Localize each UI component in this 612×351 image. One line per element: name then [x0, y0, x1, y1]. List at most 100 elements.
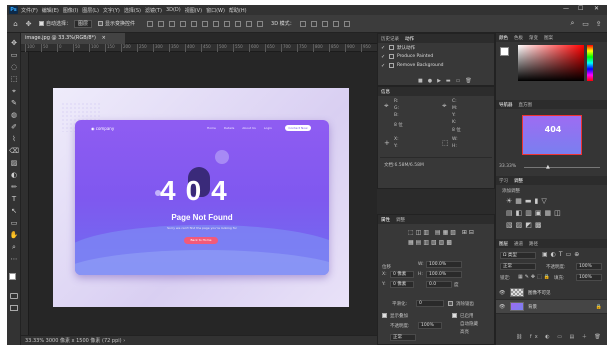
menu-view[interactable]: 视图(V)	[185, 7, 202, 14]
align-top-icon[interactable]	[180, 20, 187, 27]
healing-brush-tool-icon[interactable]: ◍	[9, 111, 19, 120]
distribute-right-icon[interactable]	[257, 20, 264, 27]
3d-rotate-icon[interactable]	[299, 20, 306, 27]
home-icon[interactable]: ⌂	[11, 19, 20, 28]
layer-row[interactable]: 👁 背景 🔒	[496, 300, 607, 314]
tab-patterns[interactable]: 图案	[544, 35, 553, 41]
foreground-swatch[interactable]	[500, 47, 509, 56]
menu-file[interactable]: 文件(F)	[21, 7, 38, 14]
align-center-icon[interactable]	[158, 20, 165, 27]
tab-channels[interactable]: 通道	[514, 241, 523, 247]
tab-actions[interactable]: 动作	[405, 36, 414, 42]
action-toggle[interactable]	[389, 45, 394, 50]
menu-filter[interactable]: 滤镜(T)	[145, 7, 162, 14]
color-picker-field[interactable]	[518, 45, 584, 81]
action-row[interactable]: ✓ Remove Background	[378, 61, 494, 70]
navigator-zoom-value[interactable]: 33.33%	[499, 164, 516, 169]
share-icon[interactable]: ⇪	[594, 19, 603, 28]
align-left-icon[interactable]	[147, 20, 154, 27]
menu-window[interactable]: 窗口(W)	[206, 7, 225, 14]
adjustment-icons-row[interactable]: ▧▨◩▩	[506, 221, 544, 229]
layer-row[interactable]: 👁 图像不可见	[496, 286, 607, 300]
overlay-opacity-field[interactable]: 100%	[418, 322, 442, 329]
3d-scale-icon[interactable]	[343, 20, 350, 27]
layer-actions-bar[interactable]: ⛓ fx ◐ ▭ ▤ ＋ 🗑	[516, 333, 604, 340]
search-icon[interactable]: ⌕	[568, 19, 577, 28]
pen-tool-icon[interactable]: ✏	[9, 183, 19, 192]
tab-info[interactable]: 信息	[381, 89, 390, 95]
maximize-icon[interactable]: ☐	[578, 5, 583, 12]
lasso-tool-icon[interactable]: ◌	[9, 63, 19, 72]
show-transform-checkbox[interactable]	[98, 21, 104, 26]
visibility-eye-icon[interactable]: 👁	[499, 304, 506, 310]
close-tab-icon[interactable]: ×	[102, 35, 106, 41]
layer-filter-icons[interactable]: ▣◐T▭⊕	[542, 251, 582, 258]
align-icons-row[interactable]: ⬚◫▥ ▤▦▧ ⊞⊟	[408, 229, 476, 236]
action-controls[interactable]: ■●▶▬▭🗑	[418, 78, 477, 84]
blend-mode-dropdown[interactable]: 正常	[500, 263, 536, 270]
action-row[interactable]: ✓ Produce Painted	[378, 52, 494, 61]
visibility-eye-icon[interactable]: 👁	[499, 290, 506, 296]
show-overlay-checkbox[interactable]	[382, 313, 387, 318]
minimize-icon[interactable]: —	[563, 5, 569, 12]
menu-3d[interactable]: 3D(D)	[166, 7, 181, 13]
tab-color[interactable]: 颜色	[499, 35, 508, 41]
menu-type[interactable]: 文字(Y)	[103, 7, 120, 14]
hand-tool-icon[interactable]: ✋	[9, 231, 19, 240]
document-tab[interactable]: image.jpg @ 33.3%(RGB/8*) ×	[21, 33, 125, 44]
angle-field[interactable]: 0.0	[426, 281, 452, 288]
tab-gradients[interactable]: 渐变	[529, 35, 538, 41]
hue-slider[interactable]	[587, 45, 593, 81]
tab-navigator[interactable]: 导航器	[499, 102, 513, 108]
navigator-thumbnail[interactable]: 404	[522, 115, 582, 155]
move-tool-icon[interactable]: ✥	[24, 19, 33, 28]
tab-paths[interactable]: 路径	[529, 241, 538, 247]
gradient-tool-icon[interactable]: ▨	[9, 159, 19, 168]
quick-mask-icon[interactable]	[10, 293, 18, 299]
eraser-tool-icon[interactable]: ⌫	[9, 147, 19, 156]
clone-stamp-tool-icon[interactable]: ⌇	[9, 135, 19, 144]
layer-opacity-field[interactable]: 100%	[576, 263, 602, 270]
navigator-zoom-slider[interactable]	[524, 167, 600, 168]
distribute-bottom-icon[interactable]	[235, 20, 242, 27]
3d-pan-icon[interactable]	[321, 20, 328, 27]
foreground-color-swatch[interactable]	[9, 273, 16, 280]
adjustment-icons-row[interactable]: ☀▦▬▮▽	[506, 197, 550, 205]
tab-swatches[interactable]: 色板	[514, 35, 523, 41]
align-bottom-icon[interactable]	[202, 20, 209, 27]
menu-image[interactable]: 图像(I)	[63, 7, 78, 14]
type-tool-icon[interactable]: T	[9, 195, 19, 204]
fill-field[interactable]: 100%	[576, 274, 602, 281]
zoom-slider-thumb[interactable]: ▲	[546, 164, 550, 170]
menu-select[interactable]: 选择(S)	[124, 7, 141, 14]
shape-tool-icon[interactable]: ▭	[9, 219, 19, 228]
action-row[interactable]: ✓ 默认动作	[378, 43, 494, 52]
enabled-checkbox[interactable]	[452, 313, 457, 318]
action-toggle[interactable]	[389, 54, 394, 59]
document-canvas[interactable]: ◉ company Home Details About Us Login Co…	[53, 88, 349, 307]
align-middle-icon[interactable]	[191, 20, 198, 27]
workspace-icon[interactable]: ▭	[581, 19, 590, 28]
tab-adjustments[interactable]: 调整	[396, 217, 405, 223]
width-field[interactable]: 100.0%	[426, 261, 462, 268]
action-toggle[interactable]	[389, 63, 394, 68]
overlay-mode-dropdown[interactable]: 正常	[390, 334, 416, 341]
menu-edit[interactable]: 编辑(E)	[42, 7, 59, 14]
smooth-field[interactable]: 0	[416, 300, 444, 307]
move-tool-icon[interactable]: ✥	[9, 39, 19, 48]
menu-help[interactable]: 帮助(H)	[229, 7, 247, 14]
lock-icons[interactable]: ▦✎✥⬚🔒	[518, 274, 552, 280]
crop-tool-icon[interactable]: ⌖	[9, 87, 19, 96]
more-tools-icon[interactable]: ⋯	[9, 255, 19, 264]
tab-history[interactable]: 历史记录	[381, 36, 399, 42]
zoom-tool-icon[interactable]: ⌕	[9, 243, 19, 252]
3d-slide-icon[interactable]	[332, 20, 339, 27]
distribute-middle-icon[interactable]	[224, 20, 231, 27]
3d-roll-icon[interactable]	[310, 20, 317, 27]
tab-adjust[interactable]: 调整	[514, 178, 523, 184]
height-field[interactable]: 100.0%	[426, 271, 462, 278]
y-field[interactable]: 0 像素	[390, 281, 414, 288]
tab-histogram[interactable]: 直方图	[519, 102, 533, 108]
tab-layers[interactable]: 图层	[499, 241, 508, 247]
auto-select-checkbox[interactable]	[39, 21, 44, 26]
